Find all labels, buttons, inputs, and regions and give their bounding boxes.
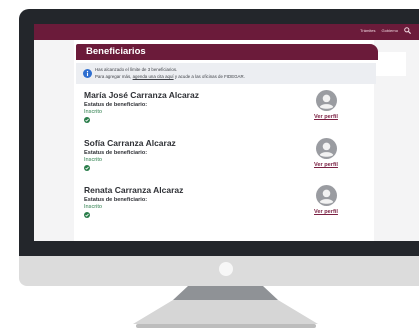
notice-prefix: Para agregar más, bbox=[95, 74, 133, 79]
view-profile-link[interactable]: Ver perfil bbox=[314, 162, 338, 168]
beneficiary-status-value: Inscrito bbox=[84, 204, 103, 210]
user-avatar-icon bbox=[316, 90, 337, 111]
beneficiary-status-label: Estatus de beneficiario: bbox=[84, 150, 148, 156]
section-header: Beneficiarios bbox=[76, 44, 378, 60]
notice-suffix: y acude a las oficinas de FIDEGAR. bbox=[173, 74, 245, 79]
top-bar: Trámites Gobierno bbox=[34, 24, 419, 40]
beneficiary-card: María José Carranza Alcaraz Estatus de b… bbox=[84, 90, 374, 134]
beneficiary-name: Renata Carranza Alcaraz bbox=[84, 185, 184, 195]
nav-link-gobierno[interactable]: Gobierno bbox=[382, 28, 398, 33]
view-profile-link[interactable]: Ver perfil bbox=[314, 209, 338, 215]
check-circle-icon bbox=[84, 165, 90, 171]
search-icon[interactable] bbox=[404, 27, 411, 34]
beneficiary-card: Sofía Carranza Alcaraz Estatus de benefi… bbox=[84, 138, 374, 182]
beneficiary-name: María José Carranza Alcaraz bbox=[84, 90, 199, 100]
info-icon bbox=[83, 69, 92, 78]
beneficiary-status-label: Estatus de beneficiario: bbox=[84, 197, 148, 203]
user-avatar-icon bbox=[316, 185, 337, 206]
power-button-icon bbox=[219, 262, 233, 276]
notice-line-2: Para agregar más, agenda una cita aquí y… bbox=[95, 74, 245, 79]
view-profile-link[interactable]: Ver perfil bbox=[314, 114, 338, 120]
user-avatar-icon bbox=[316, 138, 337, 159]
beneficiary-status-value: Inscrito bbox=[84, 157, 103, 163]
beneficiary-status-label: Estatus de beneficiario: bbox=[84, 102, 148, 108]
check-circle-icon bbox=[84, 212, 90, 218]
appointment-link[interactable]: agenda una cita aquí bbox=[133, 74, 174, 79]
beneficiary-status-value: Inscrito bbox=[84, 109, 103, 115]
top-nav: Trámites Gobierno bbox=[360, 27, 411, 34]
limit-notice: Has alcanzado el límite de 3 beneficiari… bbox=[76, 63, 376, 84]
beneficiary-name: Sofía Carranza Alcaraz bbox=[84, 138, 176, 148]
notice-line-1: Has alcanzado el límite de 3 beneficiari… bbox=[95, 67, 178, 72]
beneficiary-card: Renata Carranza Alcaraz Estatus de benef… bbox=[84, 185, 374, 229]
nav-link-tramites[interactable]: Trámites bbox=[360, 28, 375, 33]
section-title: Beneficiarios bbox=[86, 46, 146, 57]
check-circle-icon bbox=[84, 117, 90, 123]
